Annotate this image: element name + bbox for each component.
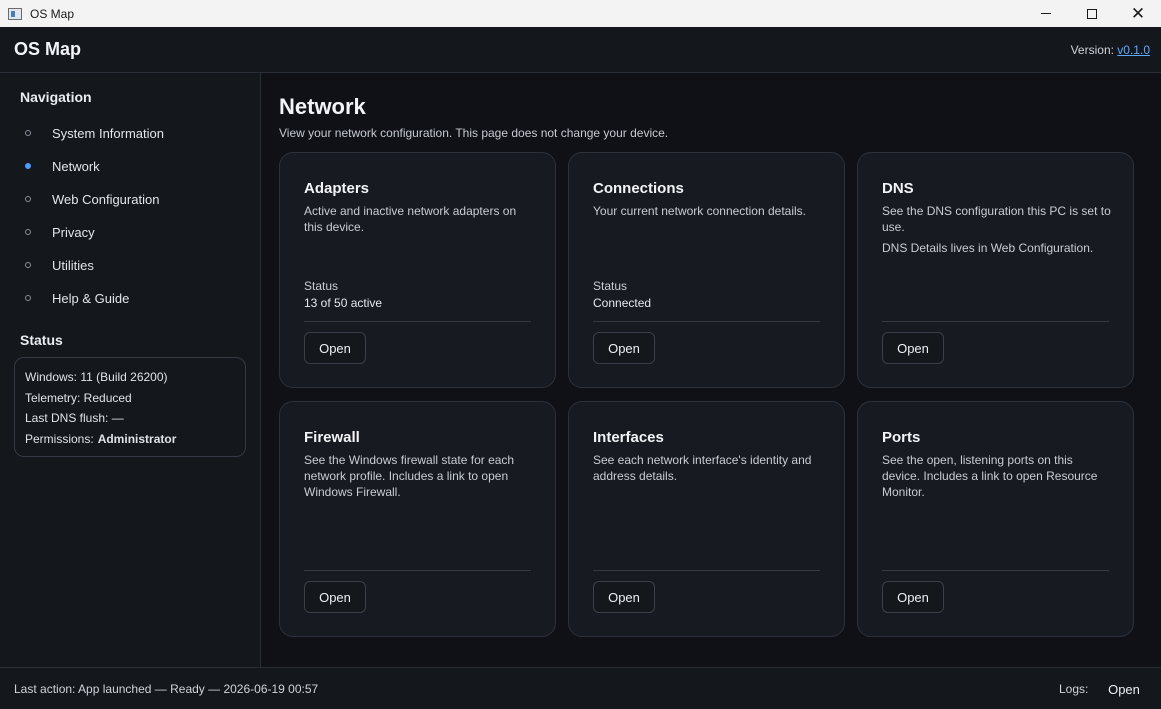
card-title: Ports: [882, 429, 921, 446]
card-title: DNS: [882, 180, 914, 197]
card-status-label: Status: [304, 279, 339, 293]
permissions-label: Permissions:: [25, 431, 94, 446]
close-button[interactable]: ✕: [1115, 0, 1161, 27]
connections-open-button[interactable]: Open: [593, 332, 655, 364]
page-title: Network: [279, 94, 366, 119]
sidebar-item-label: Network: [52, 158, 100, 174]
sidebar-item-help-guide[interactable]: Help & Guide: [14, 284, 246, 312]
sidebar-item-label: Utilities: [52, 257, 94, 273]
app-header: OS Map Version: v0.1.0: [0, 27, 1161, 73]
card-description: See the DNS configuration this PC is set…: [882, 204, 1111, 234]
logs-label: Logs:: [1059, 682, 1089, 696]
close-icon: ✕: [1130, 4, 1146, 23]
nav-bullet-icon: [25, 229, 31, 235]
card-description: See the open, listening ports on this de…: [882, 453, 1098, 499]
minimize-button[interactable]: [1023, 0, 1069, 27]
status-telemetry: Telemetry: Reduced: [25, 390, 132, 405]
permissions-value: Administrator: [97, 431, 177, 446]
navigation-heading: Navigation: [20, 89, 92, 105]
card-title: Adapters: [304, 180, 370, 197]
card-divider: [882, 570, 1109, 571]
firewall-open-button[interactable]: Open: [304, 581, 366, 613]
adapters-open-button[interactable]: Open: [304, 332, 366, 364]
card-dns: DNS See the DNS configuration this PC is…: [857, 152, 1134, 388]
version-label: Version:: [1070, 43, 1114, 57]
app-title: OS Map: [14, 39, 82, 59]
card-firewall: Firewall See the Windows firewall state …: [279, 401, 556, 637]
card-divider: [882, 321, 1109, 322]
card-description: Your current network connection details.: [593, 204, 807, 218]
card-status-value: Connected: [593, 296, 652, 310]
version-info: Version: v0.1.0: [1071, 43, 1150, 57]
version-link[interactable]: v0.1.0: [1117, 43, 1150, 57]
card-divider: [304, 570, 531, 571]
card-divider: [593, 570, 820, 571]
page-subtitle: View your network configuration. This pa…: [279, 126, 669, 140]
window-titlebar: OS Map ✕: [0, 0, 1161, 27]
card-interfaces: Interfaces See each network interface's …: [568, 401, 845, 637]
status-panel: Windows: 11 (Build 26200) Telemetry: Red…: [14, 357, 246, 457]
card-title: Connections: [593, 180, 684, 197]
interfaces-open-button[interactable]: Open: [593, 581, 655, 613]
sidebar-item-privacy[interactable]: Privacy: [14, 218, 246, 246]
status-windows: Windows: 11 (Build 26200): [25, 370, 168, 384]
dns-open-button[interactable]: Open: [882, 332, 944, 364]
nav-bullet-icon: [25, 196, 31, 202]
nav-bullet-icon: [25, 130, 31, 136]
status-heading: Status: [20, 332, 63, 348]
card-title: Firewall: [304, 429, 360, 446]
main-content: Network View your network configuration.…: [262, 73, 1161, 667]
app-window-icon: [8, 7, 22, 20]
status-bar: Last action: App launched — Ready — 2026…: [0, 667, 1161, 709]
sidebar-item-system-information[interactable]: System Information: [14, 119, 246, 147]
nav-bullet-icon: [25, 295, 31, 301]
card-divider: [304, 321, 531, 322]
nav-bullet-icon: [25, 262, 31, 268]
card-connections: Connections Your current network connect…: [568, 152, 845, 388]
card-status-label: Status: [593, 279, 628, 293]
window-title: OS Map: [30, 6, 75, 21]
card-description: See each network interface's identity an…: [593, 453, 812, 483]
minimize-icon: [1041, 13, 1051, 14]
maximize-button[interactable]: [1069, 0, 1115, 27]
sidebar-item-label: System Information: [52, 125, 164, 141]
card-divider: [593, 321, 820, 322]
sidebar-item-web-configuration[interactable]: Web Configuration: [14, 185, 246, 213]
card-ports: Ports See the open, listening ports on t…: [857, 401, 1134, 637]
card-adapters: Adapters Active and inactive network ada…: [279, 152, 556, 388]
card-note: DNS Details lives in Web Configuration.: [882, 241, 1094, 255]
card-description: Active and inactive network adapters on …: [304, 204, 517, 234]
status-dns-flush: Last DNS flush: —: [25, 411, 124, 425]
last-action-text: Last action: App launched — Ready — 2026…: [14, 682, 319, 696]
sidebar: Navigation System Information Network We…: [0, 73, 261, 667]
sidebar-item-network[interactable]: Network: [14, 152, 246, 180]
sidebar-item-label: Help & Guide: [52, 290, 130, 306]
sidebar-item-label: Privacy: [52, 224, 95, 240]
card-description: See the Windows firewall state for each …: [304, 453, 515, 499]
card-title: Interfaces: [593, 429, 664, 446]
logs-open-button[interactable]: Open: [1100, 676, 1148, 702]
sidebar-item-label: Web Configuration: [52, 191, 160, 207]
window-controls: ✕: [1023, 0, 1161, 27]
sidebar-item-utilities[interactable]: Utilities: [14, 251, 246, 279]
nav-bullet-active-icon: [25, 163, 31, 169]
ports-open-button[interactable]: Open: [882, 581, 944, 613]
maximize-icon: [1087, 8, 1097, 19]
card-status-value: 13 of 50 active: [304, 296, 383, 310]
status-permissions: Permissions: Administrator: [25, 431, 235, 452]
